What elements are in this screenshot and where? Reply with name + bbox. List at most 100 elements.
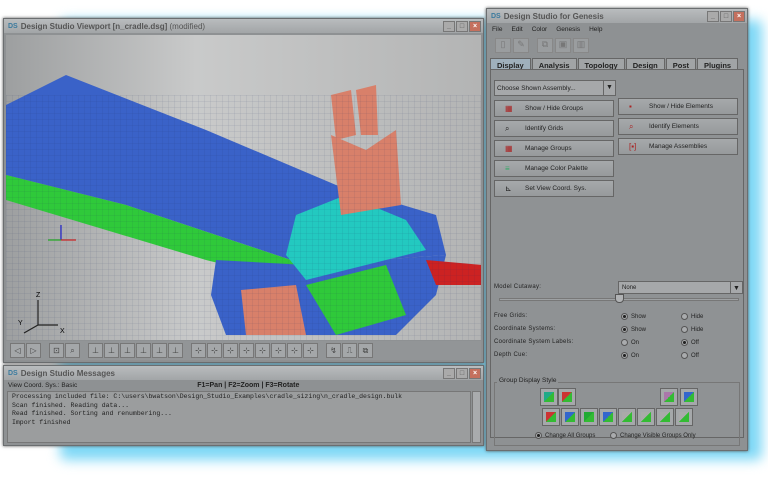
radio-label: Show bbox=[631, 326, 647, 333]
close-button[interactable]: × bbox=[733, 10, 745, 22]
genesis-title: Design Studio for Genesis bbox=[503, 11, 604, 21]
display-style-button[interactable] bbox=[637, 408, 655, 426]
maximize-button[interactable]: □ bbox=[456, 20, 468, 32]
messages-titlebar[interactable]: DS Design Studio Messages _ □ × bbox=[4, 366, 483, 380]
display-style-button[interactable] bbox=[561, 408, 579, 426]
log-line: Import finished bbox=[12, 418, 71, 426]
minimize-button[interactable]: _ bbox=[443, 20, 455, 32]
snapshot-icon[interactable]: ⧉ bbox=[358, 343, 373, 358]
style-cube-icon bbox=[546, 412, 556, 422]
edit-file-icon[interactable]: ✎ bbox=[513, 38, 529, 53]
change-all-radio[interactable]: Change All Groups bbox=[535, 432, 595, 439]
identify-elements-button[interactable]: ⌕ Identify Elements bbox=[618, 118, 738, 135]
iso-7-icon[interactable]: ⊹ bbox=[287, 343, 302, 358]
view-xy-icon[interactable]: ⊥ bbox=[120, 343, 135, 358]
option-radio-a[interactable]: On bbox=[621, 352, 639, 359]
option-radio-b[interactable]: Off bbox=[681, 352, 699, 359]
display-style-button[interactable] bbox=[542, 408, 560, 426]
maximize-button[interactable]: □ bbox=[720, 10, 732, 22]
style-cube-icon bbox=[684, 392, 694, 402]
fit-view-icon[interactable]: ⊡ bbox=[49, 343, 64, 358]
menu-edit[interactable]: Edit bbox=[511, 26, 522, 33]
close-button[interactable]: × bbox=[469, 20, 481, 32]
radio-label: Change All Groups bbox=[545, 432, 596, 439]
iso-4-icon[interactable]: ⊹ bbox=[239, 343, 254, 358]
menu-help[interactable]: Help bbox=[589, 26, 602, 33]
manage-color-palette-button[interactable]: ≡ Manage Color Palette bbox=[494, 160, 614, 177]
genesis-titlebar[interactable]: DS Design Studio for Genesis _ □ × bbox=[487, 9, 747, 23]
minimize-button[interactable]: _ bbox=[443, 367, 455, 379]
slider-thumb[interactable] bbox=[615, 294, 624, 303]
view-xz-icon[interactable]: ⊥ bbox=[88, 343, 103, 358]
option-radio-b[interactable]: Hide bbox=[681, 326, 703, 333]
display-style-button[interactable] bbox=[540, 388, 558, 406]
display-style-button[interactable] bbox=[599, 408, 617, 426]
radio-circle bbox=[681, 339, 688, 346]
app-logo: DS bbox=[8, 22, 18, 30]
option-radio-a[interactable]: On bbox=[621, 339, 639, 346]
display-style-button[interactable] bbox=[558, 388, 576, 406]
groups-icon: ▦ bbox=[505, 104, 513, 113]
display-style-button[interactable] bbox=[675, 408, 693, 426]
new-file-icon[interactable]: ▯ bbox=[495, 38, 511, 53]
cutaway-value: None bbox=[622, 285, 637, 291]
log-scrollbar[interactable] bbox=[472, 391, 481, 443]
menu-genesis[interactable]: Genesis bbox=[556, 26, 580, 33]
display-style-button[interactable] bbox=[580, 408, 598, 426]
iso-2-icon[interactable]: ⊹ bbox=[207, 343, 222, 358]
iso-1-icon[interactable]: ⊹ bbox=[191, 343, 206, 358]
palette-icon: ≡ bbox=[505, 164, 510, 173]
minimize-button[interactable]: _ bbox=[707, 10, 719, 22]
groups-icon: ▦ bbox=[505, 144, 513, 153]
option-radio-b[interactable]: Hide bbox=[681, 313, 703, 320]
delete-icon[interactable]: ▥ bbox=[573, 38, 589, 53]
manage-groups-button[interactable]: ▦ Manage Groups bbox=[494, 140, 614, 157]
app-logo: DS bbox=[8, 369, 18, 377]
display-style-button[interactable] bbox=[660, 388, 678, 406]
option-radio-b[interactable]: Off bbox=[681, 339, 699, 346]
iso-8-icon[interactable]: ⊹ bbox=[303, 343, 318, 358]
assembly-dropdown[interactable]: Choose Shown Assembly... ▼ bbox=[494, 80, 616, 96]
iso-3-icon[interactable]: ⊹ bbox=[223, 343, 238, 358]
iso-5-icon[interactable]: ⊹ bbox=[255, 343, 270, 358]
identify-grids-button[interactable]: ⌕ Identify Grids bbox=[494, 120, 614, 137]
radio-circle bbox=[681, 352, 688, 359]
display-style-button[interactable] bbox=[618, 408, 636, 426]
viewport-titlebar[interactable]: DS Design Studio Viewport [n_cradle.dsg] … bbox=[4, 19, 483, 33]
style-cube-icon bbox=[584, 412, 594, 422]
option-radio-a[interactable]: Show bbox=[621, 313, 646, 320]
view-xy-neg-icon[interactable]: ⊥ bbox=[136, 343, 151, 358]
display-style-button[interactable] bbox=[680, 388, 698, 406]
view-xz-neg-icon[interactable]: ⊥ bbox=[104, 343, 119, 358]
pick-icon[interactable]: ↯ bbox=[326, 343, 341, 358]
3d-model-canvas[interactable]: Z Y X bbox=[6, 35, 481, 340]
display-style-button[interactable] bbox=[656, 408, 674, 426]
show-hide-groups-button[interactable]: ▦ Show / Hide Groups bbox=[494, 100, 614, 117]
maximize-button[interactable]: □ bbox=[456, 367, 468, 379]
view-zy-icon[interactable]: ⊥ bbox=[168, 343, 183, 358]
show-hide-elements-button[interactable]: ▪ Show / Hide Elements bbox=[618, 98, 738, 115]
forward-icon[interactable]: ▷ bbox=[26, 343, 41, 358]
paste-icon[interactable]: ▣ bbox=[555, 38, 571, 53]
close-button[interactable]: × bbox=[469, 367, 481, 379]
copy-icon[interactable]: ⧉ bbox=[537, 38, 553, 53]
main-toolbar: ▯ ✎ ⧉ ▣ ▥ bbox=[487, 36, 747, 56]
button-label: Show / Hide Groups bbox=[525, 105, 584, 112]
cutaway-dropdown[interactable]: None ▼ bbox=[618, 281, 743, 294]
radio-circle bbox=[610, 432, 617, 439]
view-yz-icon[interactable]: ⊥ bbox=[152, 343, 167, 358]
mouse-icon[interactable]: ⎍ bbox=[342, 343, 357, 358]
style-cube-icon bbox=[603, 412, 613, 422]
menu-file[interactable]: File bbox=[492, 26, 502, 33]
set-view-coord-button[interactable]: ⊾ Set View Coord. Sys. bbox=[494, 180, 614, 197]
radio-circle bbox=[681, 313, 688, 320]
back-icon[interactable]: ◁ bbox=[10, 343, 25, 358]
zoom-window-icon[interactable]: ⌕ bbox=[65, 343, 80, 358]
log-line: Read finished. Sorting and renumbering..… bbox=[12, 410, 172, 417]
menu-color[interactable]: Color bbox=[532, 26, 548, 33]
option-radio-a[interactable]: Show bbox=[621, 326, 646, 333]
radio-label: Hide bbox=[691, 313, 704, 320]
iso-6-icon[interactable]: ⊹ bbox=[271, 343, 286, 358]
change-visible-radio[interactable]: Change Visible Groups Only bbox=[610, 432, 696, 439]
manage-assemblies-button[interactable]: [▪] Manage Assemblies bbox=[618, 138, 738, 155]
